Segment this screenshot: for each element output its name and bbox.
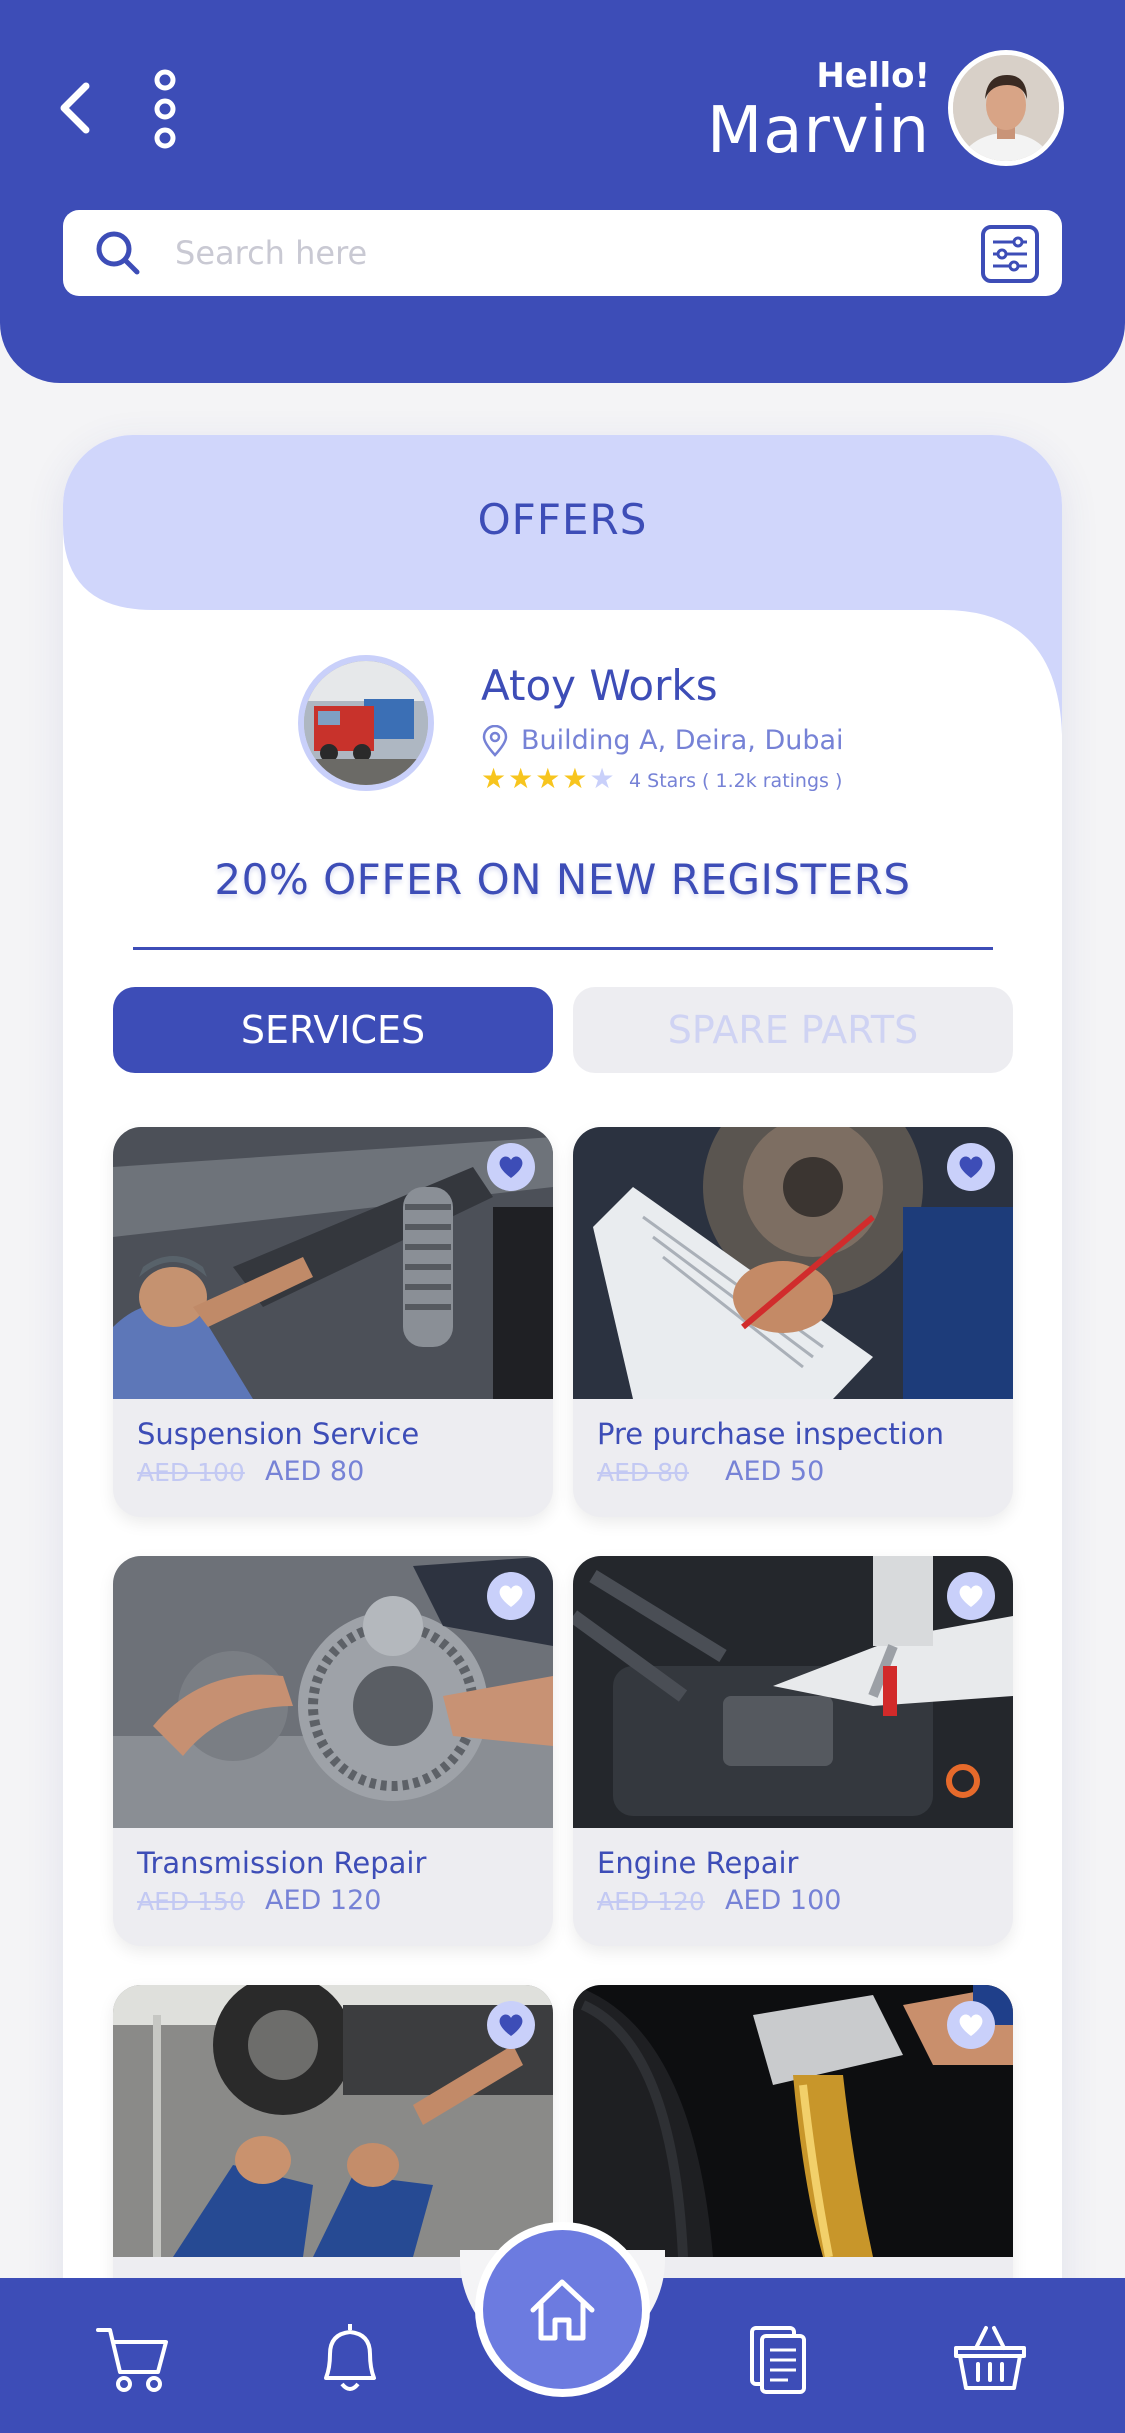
old-price: AED 100 — [137, 1458, 245, 1487]
service-card[interactable]: Engine Repair AED 120 AED 100 — [573, 1556, 1013, 1946]
chevron-left-icon — [60, 82, 90, 134]
favorite-button[interactable] — [947, 1572, 995, 1620]
price: AED 80 — [265, 1456, 365, 1487]
star-filled-icon: ★ — [508, 762, 534, 795]
search-bar — [63, 210, 1062, 296]
user-avatar[interactable] — [948, 50, 1064, 166]
service-name: Suspension Service — [137, 1417, 420, 1451]
favorite-button[interactable] — [947, 1143, 995, 1191]
service-card[interactable]: Pre purchase inspection AED 80 AED 50 — [573, 1127, 1013, 1517]
search-icon[interactable] — [93, 228, 143, 278]
price: AED 120 — [265, 1885, 382, 1916]
divider — [133, 947, 993, 950]
old-price: AED 80 — [597, 1458, 689, 1487]
user-name: Marvin — [707, 94, 930, 168]
favorite-button[interactable] — [947, 2001, 995, 2049]
price: AED 50 — [725, 1456, 825, 1487]
search-input[interactable] — [175, 226, 915, 280]
bell-icon[interactable] — [310, 2318, 390, 2398]
shop-name[interactable]: Atoy Works — [481, 661, 718, 710]
service-card[interactable]: Suspension Service AED 100 AED 80 — [113, 1127, 553, 1517]
price: AED 100 — [725, 1885, 842, 1916]
tab-spare-parts[interactable]: SPARE PARTS — [573, 987, 1013, 1073]
star-filled-icon: ★ — [481, 762, 507, 795]
home-icon — [530, 2279, 595, 2341]
star-rating: ★ ★ ★ ★ ★ — [481, 765, 615, 793]
old-price: AED 150 — [137, 1887, 245, 1916]
heart-icon — [959, 1156, 983, 1178]
offers-title: OFFERS — [477, 495, 648, 544]
documents-icon[interactable] — [738, 2318, 818, 2398]
service-name: Pre purchase inspection — [597, 1417, 944, 1451]
tab-services[interactable]: SERVICES — [113, 987, 553, 1073]
star-filled-icon: ★ — [535, 762, 561, 795]
offers-card: OFFERS Atoy Works Building A, Deira, Dub… — [63, 435, 1062, 2433]
shop-photo — [304, 661, 428, 785]
sliders-icon — [981, 225, 1039, 283]
back-button[interactable] — [52, 78, 102, 138]
cart-icon[interactable] — [92, 2318, 172, 2398]
service-name: Transmission Repair — [137, 1846, 427, 1880]
shop-address: Building A, Deira, Dubai — [521, 725, 844, 756]
favorite-button[interactable] — [487, 1143, 535, 1191]
app-header: Hello! Marvin — [0, 0, 1125, 383]
favorite-button[interactable] — [487, 1572, 535, 1620]
old-price: AED 120 — [597, 1887, 705, 1916]
more-options-button[interactable] — [150, 68, 180, 150]
promo-text: 20% OFFER ON NEW REGISTERS — [214, 855, 911, 904]
heart-icon — [959, 2014, 983, 2036]
heart-icon — [499, 1585, 523, 1607]
heart-icon — [959, 1585, 983, 1607]
rating-text: 4 Stars ( 1.2k ratings ) — [629, 770, 843, 792]
home-button-inner — [483, 2230, 642, 2389]
location-pin-icon — [482, 725, 508, 757]
avatar-photo — [953, 55, 1059, 161]
service-name: Engine Repair — [597, 1846, 799, 1880]
home-button[interactable] — [475, 2222, 650, 2397]
shop-logo[interactable] — [298, 655, 434, 791]
filter-button[interactable] — [980, 224, 1040, 284]
greeting-text: Hello! — [816, 56, 930, 96]
service-card[interactable]: Transmission Repair AED 150 AED 120 — [113, 1556, 553, 1946]
star-empty-icon: ★ — [589, 762, 615, 795]
heart-icon — [499, 1156, 523, 1178]
heart-icon — [499, 2014, 523, 2036]
more-vertical-icon — [154, 69, 176, 149]
star-filled-icon: ★ — [562, 762, 588, 795]
favorite-button[interactable] — [487, 2001, 535, 2049]
basket-icon[interactable] — [950, 2318, 1030, 2398]
